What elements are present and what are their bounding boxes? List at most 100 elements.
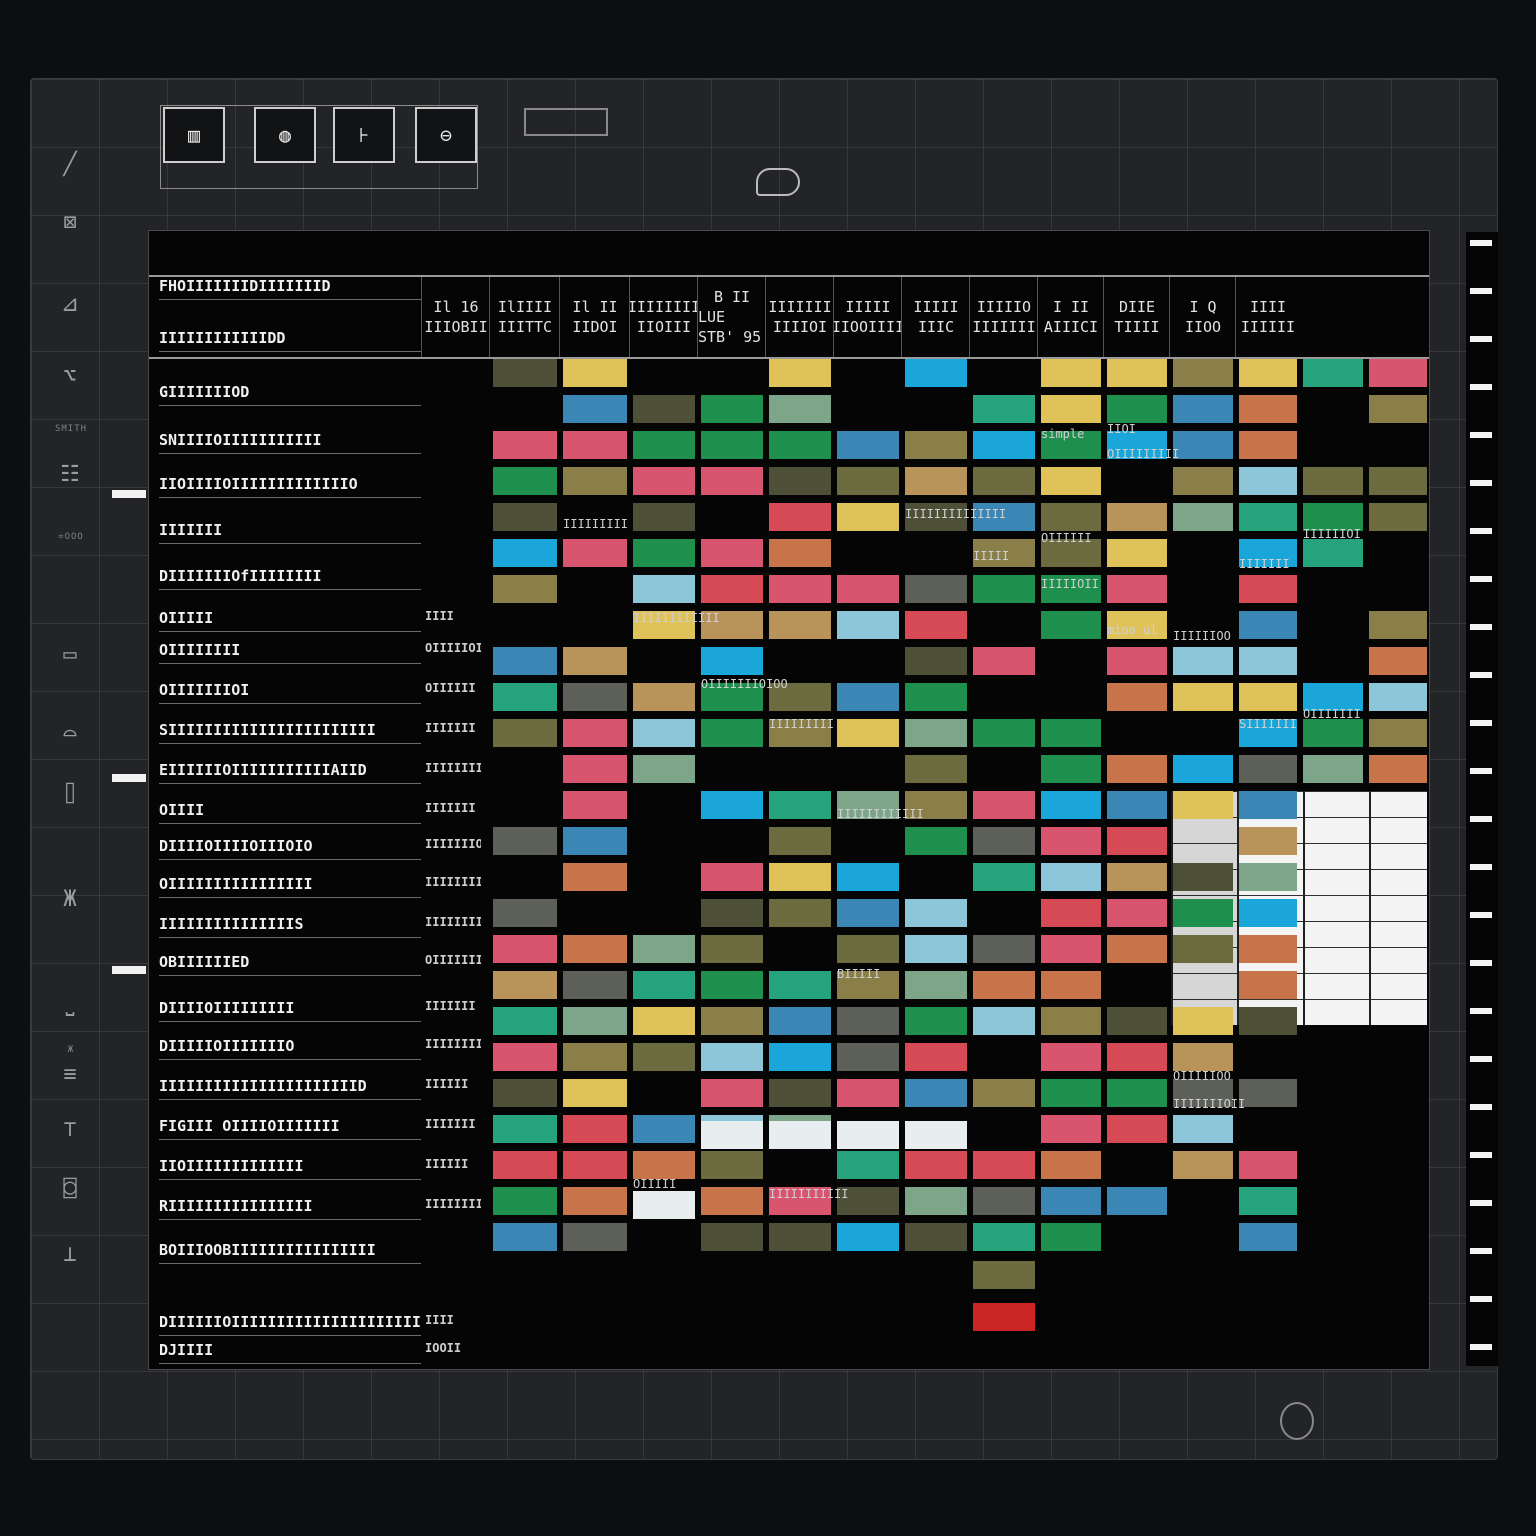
schedule-cell[interactable] (769, 359, 831, 387)
schedule-cell[interactable] (633, 395, 695, 423)
schedule-cell[interactable] (493, 971, 557, 999)
schedule-cell[interactable] (1041, 971, 1101, 999)
schedule-cell[interactable] (905, 1079, 967, 1107)
schedule-cell[interactable] (1107, 395, 1167, 423)
schedule-cell[interactable] (1041, 755, 1101, 783)
grid-view-button[interactable]: ▥ (163, 107, 225, 163)
schedule-cell[interactable] (563, 1007, 627, 1035)
row-label[interactable]: DIIIIOIIIIIIIII (159, 999, 421, 1022)
schedule-cell[interactable] (1369, 647, 1427, 675)
schedule-cell[interactable] (1173, 647, 1233, 675)
schedule-cell[interactable] (633, 971, 695, 999)
schedule-cell[interactable] (1107, 791, 1167, 819)
schedule-cell[interactable] (837, 1079, 899, 1107)
schedule-cell[interactable] (837, 1151, 899, 1179)
schedule-cell[interactable] (1239, 1151, 1297, 1179)
schedule-cell[interactable] (1369, 719, 1427, 747)
schedule-cell[interactable] (493, 1223, 557, 1251)
row-label[interactable]: IIIIIIIIIIIIIIIIIIIIIID (159, 1077, 421, 1100)
schedule-cell[interactable] (769, 575, 831, 603)
rail-tool-icon[interactable]: ▭ (52, 640, 88, 670)
schedule-cell[interactable] (837, 683, 899, 711)
rail-tool-icon[interactable]: ⌓ (52, 720, 88, 750)
schedule-cell[interactable] (973, 1151, 1035, 1179)
schedule-cell[interactable] (1107, 935, 1167, 963)
schedule-cell[interactable] (563, 683, 627, 711)
schedule-cell[interactable] (563, 1115, 627, 1143)
schedule-cell[interactable] (1173, 1007, 1233, 1035)
schedule-cell[interactable] (769, 899, 831, 927)
rail-tool-icon[interactable]: ⌥ (52, 362, 88, 392)
schedule-cell[interactable] (837, 1223, 899, 1251)
schedule-cell[interactable] (769, 791, 831, 819)
schedule-cell[interactable] (563, 827, 627, 855)
rail-tool-icon[interactable]: ⊿ (52, 290, 88, 320)
schedule-cell[interactable] (493, 359, 557, 387)
column-header[interactable]: I Q IIOO (1169, 277, 1236, 357)
schedule-cell[interactable] (1239, 467, 1297, 495)
schedule-cell[interactable] (701, 935, 763, 963)
schedule-cell[interactable] (837, 467, 899, 495)
schedule-cell[interactable] (1303, 467, 1363, 495)
rail-tool-icon[interactable]: ☷ (52, 460, 88, 490)
schedule-cell[interactable] (633, 935, 695, 963)
column-header[interactable]: IIIII IIOOIIII (833, 277, 902, 357)
schedule-cell[interactable] (1173, 899, 1233, 927)
schedule-cell[interactable] (1041, 359, 1101, 387)
schedule-cell[interactable] (1303, 755, 1363, 783)
column-header[interactable]: Il 16 IIIOBII (421, 277, 490, 357)
schedule-cell[interactable] (1173, 1043, 1233, 1071)
schedule-cell[interactable] (837, 899, 899, 927)
schedule-cell[interactable] (973, 575, 1035, 603)
rail-tool-icon[interactable]: ⌷ (52, 780, 88, 810)
schedule-cell[interactable] (563, 863, 627, 891)
schedule-cell[interactable] (1369, 359, 1427, 387)
schedule-cell[interactable] (493, 1007, 557, 1035)
schedule-cell[interactable] (1239, 611, 1297, 639)
schedule-cell[interactable] (905, 827, 967, 855)
schedule-cell[interactable] (633, 431, 695, 459)
rail-tool-icon[interactable]: ⊤ (52, 1115, 88, 1145)
schedule-cell[interactable] (1239, 683, 1297, 711)
schedule-cell[interactable] (493, 539, 557, 567)
schedule-cell[interactable] (1369, 395, 1427, 423)
row-label[interactable]: BOIIIOOBIIIIIIIIIIIIIIII (159, 1241, 421, 1264)
column-header[interactable]: IIIII IIIC (901, 277, 970, 357)
schedule-cell[interactable] (905, 647, 967, 675)
schedule-cell[interactable] (563, 971, 627, 999)
column-header[interactable]: Il II IIDOI (559, 277, 630, 357)
split-button[interactable]: ⊦ (333, 107, 395, 163)
schedule-cell[interactable] (701, 863, 763, 891)
schedule-cell[interactable] (1173, 503, 1233, 531)
schedule-cell[interactable] (493, 1115, 557, 1143)
schedule-cell[interactable] (1239, 791, 1297, 819)
schedule-cell[interactable] (701, 1121, 763, 1149)
schedule-cell[interactable] (769, 1223, 831, 1251)
schedule-cell[interactable] (769, 827, 831, 855)
schedule-cell[interactable] (701, 1151, 763, 1179)
row-label[interactable]: DIIIIIOIIIIIIIO (159, 1037, 421, 1060)
schedule-cell[interactable] (1369, 611, 1427, 639)
schedule-cell[interactable] (769, 503, 831, 531)
schedule-cell[interactable] (1239, 503, 1297, 531)
schedule-cell[interactable] (973, 1007, 1035, 1035)
row-label[interactable]: IIIIIII (159, 521, 421, 544)
rail-tool-icon[interactable]: Ж (52, 885, 88, 915)
schedule-cell[interactable] (905, 1007, 967, 1035)
schedule-cell[interactable] (563, 1223, 627, 1251)
schedule-cell[interactable] (837, 1121, 899, 1149)
schedule-cell[interactable] (769, 395, 831, 423)
row-label[interactable]: RIIIIIIIIIIIIIIII (159, 1197, 421, 1220)
schedule-cell[interactable] (1239, 431, 1297, 459)
schedule-cell[interactable] (1107, 1115, 1167, 1143)
schedule-cell[interactable] (493, 647, 557, 675)
schedule-cell[interactable] (1173, 755, 1233, 783)
schedule-cell[interactable] (1041, 1007, 1101, 1035)
schedule-cell[interactable] (1239, 395, 1297, 423)
schedule-cell[interactable] (973, 827, 1035, 855)
schedule-cell[interactable] (1041, 1187, 1101, 1215)
schedule-cell[interactable] (563, 791, 627, 819)
schedule-cell[interactable] (1303, 539, 1363, 567)
schedule-cell[interactable] (1041, 395, 1101, 423)
globe-button[interactable]: ◍ (254, 107, 316, 163)
